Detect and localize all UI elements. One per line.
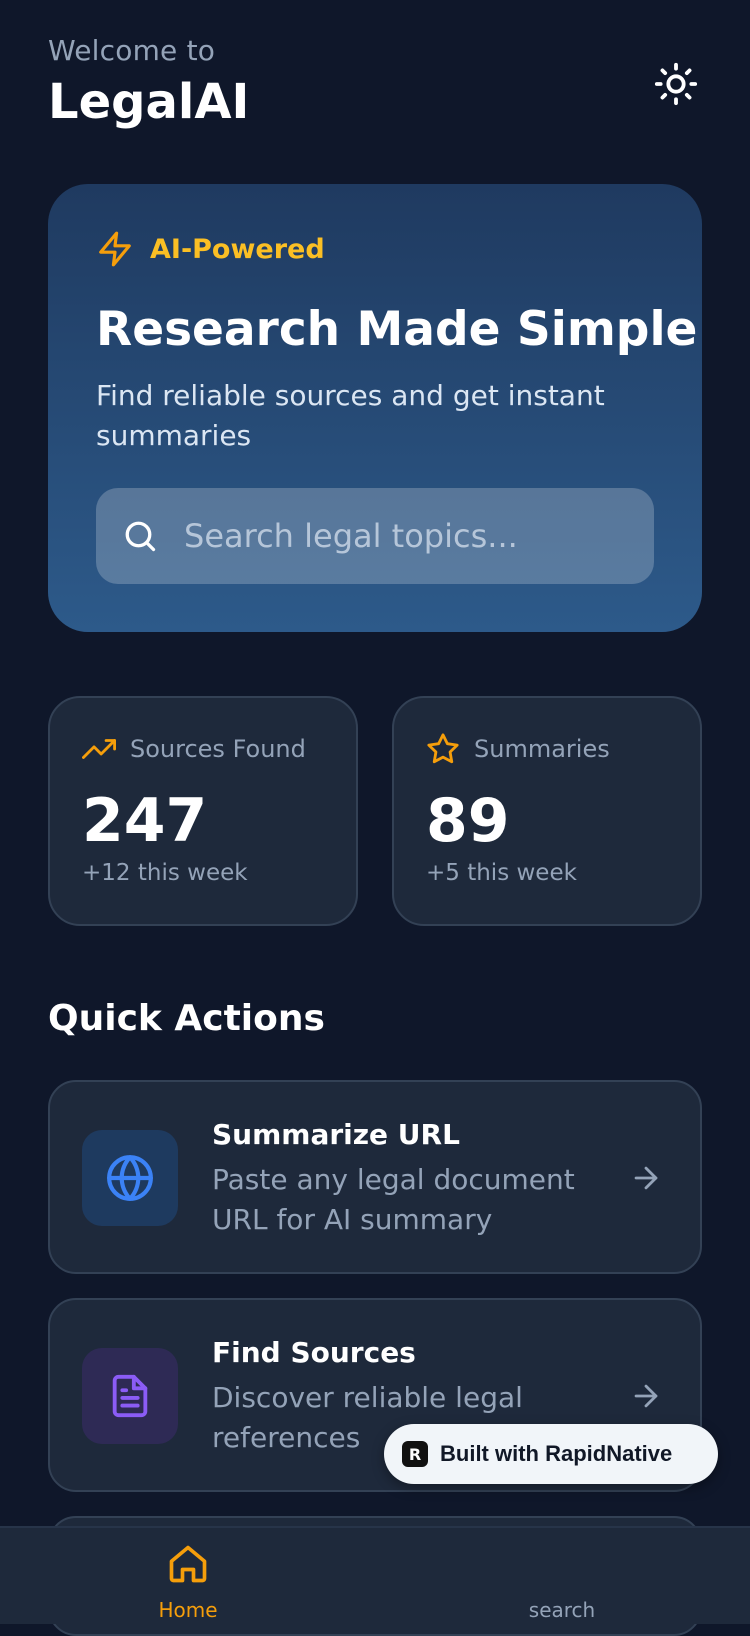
arrow-right-icon bbox=[626, 1376, 666, 1416]
stat-delta: +5 this week bbox=[426, 860, 577, 886]
home-screen: Welcome to LegalAI AI-Powered Research M… bbox=[0, 0, 750, 1636]
action-icon-box bbox=[82, 1130, 178, 1226]
built-with-badge[interactable]: R Built with RapidNative bbox=[384, 1424, 718, 1484]
summarize-url-action[interactable]: Summarize URL Paste any legal document U… bbox=[48, 1080, 702, 1274]
nav-label-search: search bbox=[528, 1598, 596, 1622]
star-icon bbox=[427, 733, 459, 764]
nav-label-home: Home bbox=[158, 1598, 218, 1622]
nav-item-home[interactable]: Home bbox=[88, 1528, 288, 1626]
sun-icon bbox=[654, 62, 698, 106]
document-icon bbox=[112, 1374, 148, 1418]
search-icon bbox=[120, 516, 160, 556]
stat-value: 89 bbox=[426, 786, 510, 856]
action-title: Summarize URL bbox=[212, 1118, 460, 1151]
stat-card-sources: Sources Found 247 +12 this week bbox=[48, 696, 358, 926]
built-with-label: Built with RapidNative bbox=[440, 1441, 673, 1466]
globe-icon bbox=[107, 1155, 153, 1201]
stat-label: Summaries bbox=[474, 735, 610, 763]
quick-actions-title: Quick Actions bbox=[48, 998, 325, 1039]
hero-title: Research Made Simple bbox=[96, 302, 698, 357]
nav-item-search[interactable]: search bbox=[462, 1528, 662, 1626]
search-input[interactable] bbox=[182, 516, 646, 556]
app-title: LegalAI bbox=[48, 74, 250, 130]
ai-badge-label: AI-Powered bbox=[150, 233, 325, 265]
action-description: Paste any legal document URL for AI summ… bbox=[212, 1163, 575, 1236]
hero-card: AI-Powered Research Made Simple Find rel… bbox=[48, 184, 702, 632]
bottom-nav: Home search bbox=[0, 1526, 750, 1624]
action-title: Find Sources bbox=[212, 1336, 416, 1369]
stat-head: Sources Found bbox=[82, 732, 306, 766]
hero-subtitle: Find reliable sources and get instant su… bbox=[96, 379, 605, 452]
stat-label: Sources Found bbox=[130, 735, 306, 763]
stat-delta: +12 this week bbox=[82, 860, 248, 886]
ai-badge: AI-Powered bbox=[96, 230, 325, 268]
stat-value: 247 bbox=[82, 786, 208, 856]
stat-card-summaries: Summaries 89 +5 this week bbox=[392, 696, 702, 926]
home-icon bbox=[164, 1540, 212, 1588]
stat-head: Summaries bbox=[426, 732, 610, 766]
lightning-icon bbox=[99, 231, 131, 267]
action-icon-box bbox=[82, 1348, 178, 1444]
search-bar[interactable] bbox=[96, 488, 654, 584]
rapidnative-logo: R bbox=[402, 1441, 428, 1467]
arrow-right-icon bbox=[626, 1158, 666, 1198]
theme-toggle-button[interactable] bbox=[650, 58, 702, 110]
trending-up-icon bbox=[82, 739, 116, 759]
welcome-text: Welcome to bbox=[48, 34, 216, 67]
